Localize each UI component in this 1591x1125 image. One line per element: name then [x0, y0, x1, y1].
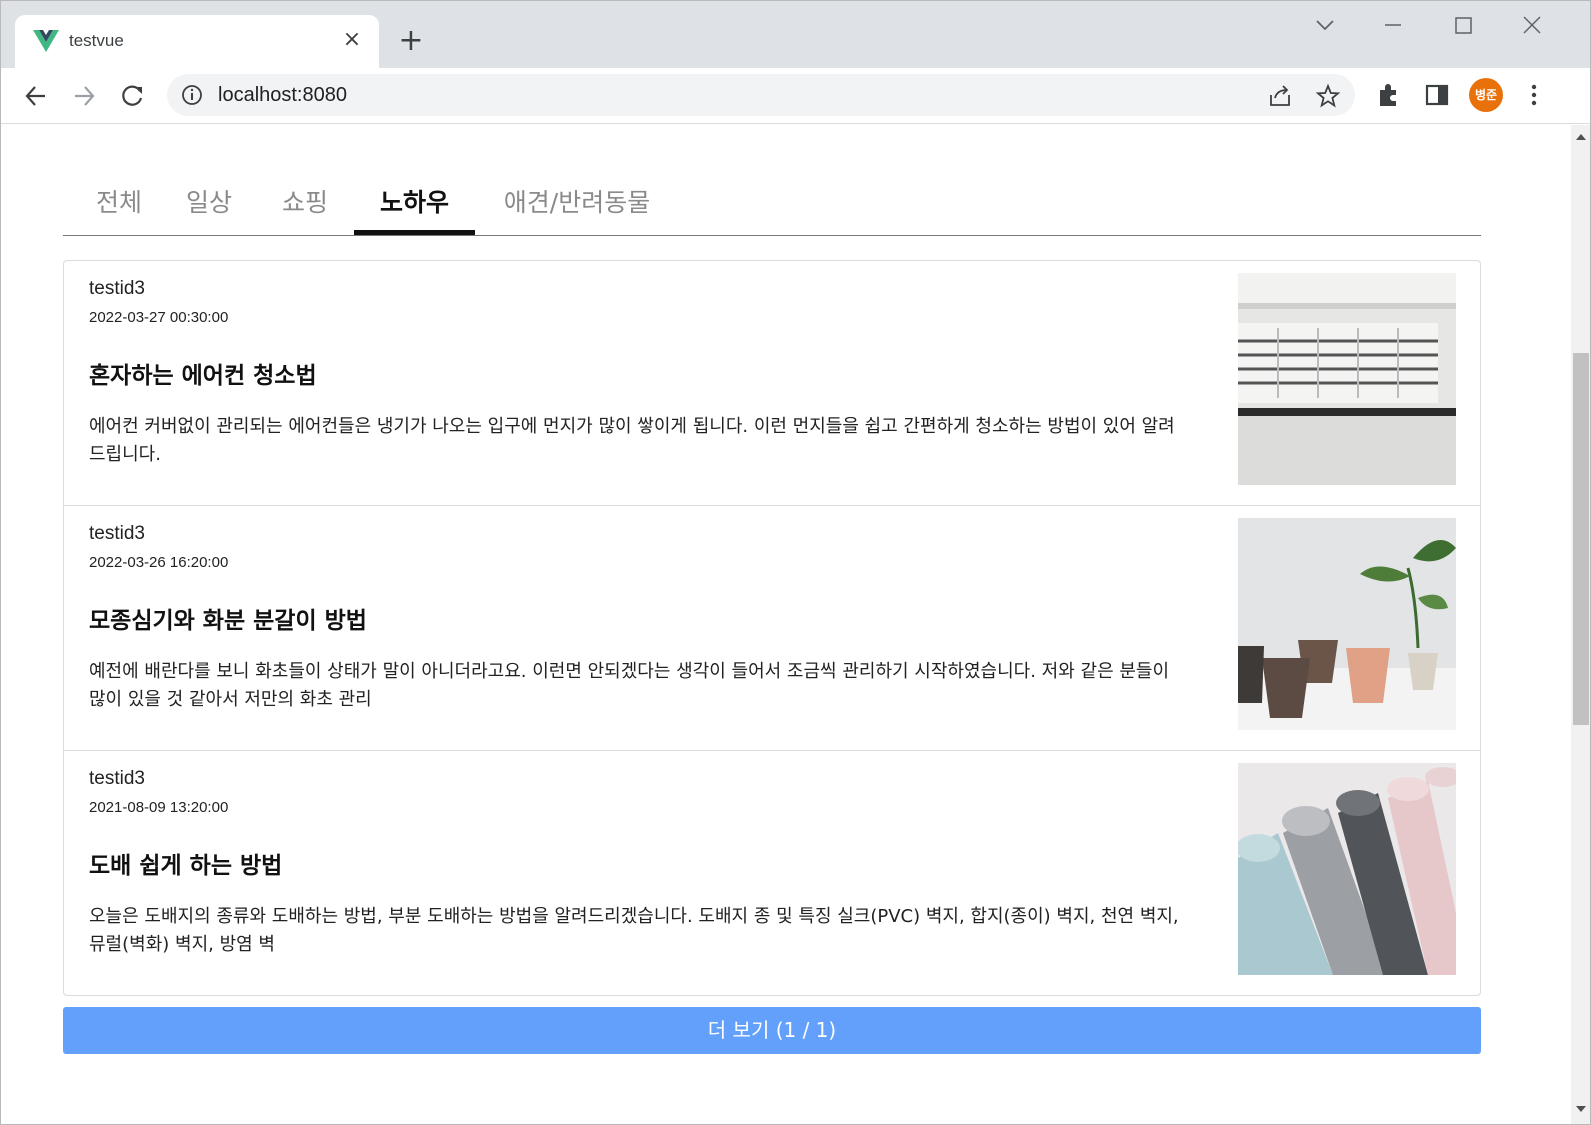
side-panel-icon[interactable]: [1423, 81, 1451, 109]
list-item[interactable]: testid3 2022-03-27 00:30:00 혼자하는 에어컨 청소법…: [64, 261, 1480, 506]
post-description: 에어컨 커버없이 관리되는 에어컨들은 냉기가 나오는 입구에 먼지가 많이 쌓…: [89, 416, 1175, 465]
reload-icon[interactable]: [115, 79, 149, 113]
site-info-icon[interactable]: [181, 84, 203, 106]
wallpaper-rolls-image: [1238, 763, 1456, 975]
forward-arrow-icon[interactable]: [67, 79, 101, 113]
post-author: testid3: [89, 278, 145, 299]
scroll-down-arrow-icon[interactable]: [1571, 1101, 1591, 1117]
load-more-button[interactable]: 더 보기 (1 / 1): [63, 1007, 1481, 1054]
tab-title: testvue: [69, 31, 124, 50]
post-title[interactable]: 혼자하는 에어컨 청소법: [89, 356, 317, 390]
post-title[interactable]: 모종심기와 화분 분갈이 방법: [89, 601, 367, 635]
tab-daily[interactable]: 일상: [177, 183, 241, 235]
post-date: 2021-08-09 13:20:00: [89, 799, 229, 816]
share-icon[interactable]: [1267, 83, 1293, 109]
page-viewport: 전체 일상 쇼핑 노하우 애견/반려동물 testid3 2022-03-27 …: [1, 125, 1571, 1124]
list-item[interactable]: testid3 2021-08-09 13:20:00 도배 쉽게 하는 방법 …: [64, 751, 1480, 996]
post-date: 2022-03-26 16:20:00: [89, 554, 229, 571]
list-item[interactable]: testid3 2022-03-26 16:20:00 모종심기와 화분 분갈이…: [64, 506, 1480, 751]
bookmark-star-icon[interactable]: [1315, 83, 1341, 109]
tab-strip: testvue × +: [1, 1, 1590, 68]
post-author: testid3: [89, 523, 145, 544]
page-scrollbar[interactable]: [1571, 125, 1591, 1124]
maximize-icon[interactable]: [1443, 11, 1483, 41]
scroll-up-arrow-icon[interactable]: [1571, 129, 1591, 145]
tab-knowhow[interactable]: 노하우: [354, 183, 475, 235]
vue-logo-icon: [33, 30, 59, 52]
tab-search-icon[interactable]: [1305, 11, 1345, 41]
tab-all[interactable]: 전체: [79, 183, 159, 235]
air-conditioner-image: [1238, 273, 1456, 485]
extensions-icon[interactable]: [1375, 81, 1403, 109]
browser-toolbar: localhost:8080 병준: [1, 68, 1590, 124]
profile-avatar[interactable]: 병준: [1469, 78, 1503, 112]
tab-shopping[interactable]: 쇼핑: [273, 183, 337, 235]
post-date: 2022-03-27 00:30:00: [89, 309, 229, 326]
url-text[interactable]: localhost:8080: [218, 84, 347, 107]
close-tab-icon[interactable]: ×: [341, 29, 363, 51]
scroll-thumb[interactable]: [1573, 353, 1589, 725]
post-title[interactable]: 도배 쉽게 하는 방법: [89, 846, 282, 880]
post-description: 예전에 배란다를 보니 화초들이 상태가 말이 아니더라고요. 이런면 안되겠다…: [89, 661, 1170, 710]
flower-pots-image: [1238, 518, 1456, 730]
close-window-icon[interactable]: [1512, 11, 1552, 41]
address-bar[interactable]: localhost:8080: [167, 74, 1355, 116]
browser-tab[interactable]: testvue ×: [15, 15, 379, 68]
browser-window: testvue × + localhost:8080 병준 전체 일상 쇼핑 노…: [0, 0, 1591, 1125]
post-description: 오늘은 도배지의 종류와 도배하는 방법, 부분 도배하는 방법을 알려드리겠습…: [89, 906, 1179, 955]
more-menu-icon[interactable]: [1520, 81, 1548, 109]
minimize-icon[interactable]: [1373, 11, 1413, 41]
category-tabs: 전체 일상 쇼핑 노하우 애견/반려동물: [63, 173, 1481, 236]
post-author: testid3: [89, 768, 145, 789]
post-list: testid3 2022-03-27 00:30:00 혼자하는 에어컨 청소법…: [63, 260, 1481, 996]
tab-pets[interactable]: 애견/반려동물: [497, 183, 657, 235]
back-arrow-icon[interactable]: [19, 79, 53, 113]
new-tab-icon[interactable]: +: [397, 26, 425, 56]
